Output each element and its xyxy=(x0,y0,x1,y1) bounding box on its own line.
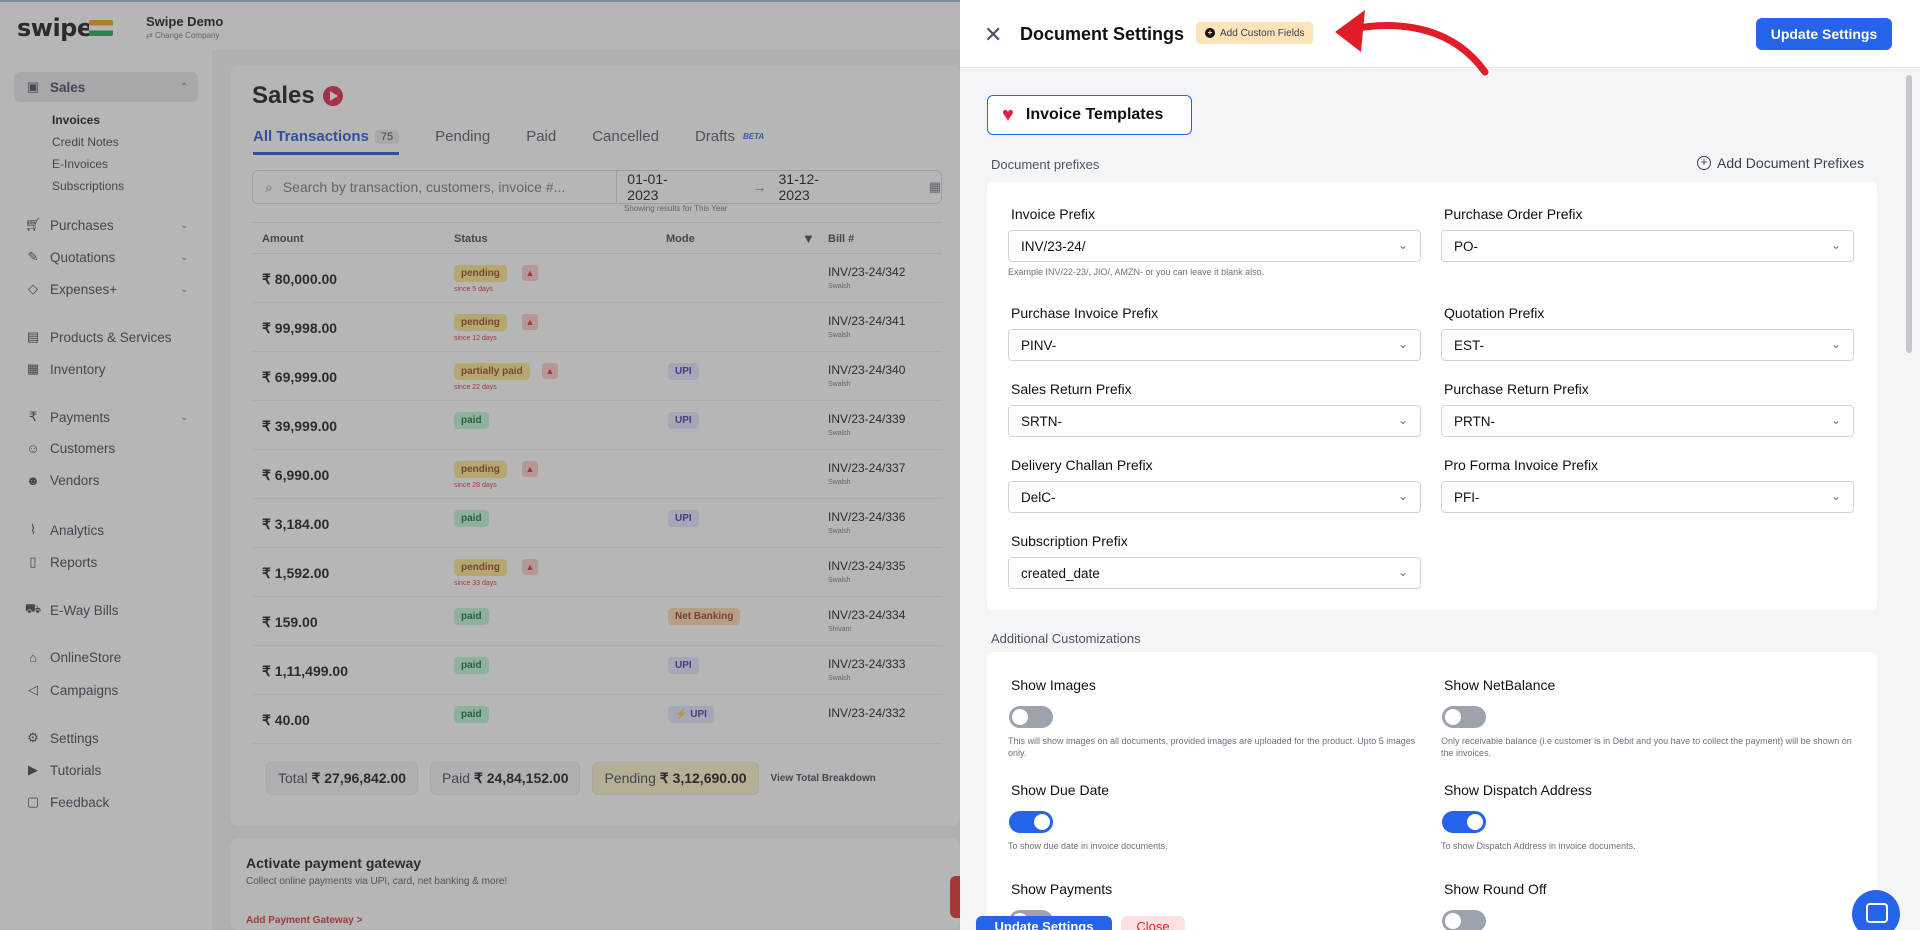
prefix-value: INV/23-24/ xyxy=(1021,238,1086,254)
plus-circle-icon: + xyxy=(1697,156,1711,170)
customizations-card xyxy=(987,652,1877,930)
toggle-label: Show Images xyxy=(1011,677,1096,693)
drawer-title: Document Settings xyxy=(1020,24,1185,44)
prefix-value: PFI- xyxy=(1454,489,1480,505)
chevron-down-icon: ⌄ xyxy=(1397,413,1408,427)
chevron-down-icon: ⌄ xyxy=(1397,238,1408,252)
field-label: Subscription Prefix xyxy=(1011,533,1128,549)
toggle-label: Show Dispatch Address xyxy=(1444,782,1592,798)
chevron-down-icon: ⌄ xyxy=(1397,337,1408,351)
toggle-hint: To show Dispatch Address in invoice docu… xyxy=(1441,841,1636,851)
field-label: Pro Forma Invoice Prefix xyxy=(1444,457,1599,473)
plus-circle-icon: + xyxy=(1205,28,1215,38)
field-label: Purchase Return Prefix xyxy=(1444,381,1589,397)
prefix-select[interactable]: SRTN- ⌄ xyxy=(1008,405,1421,437)
prefix-select[interactable]: PO- ⌄ xyxy=(1441,230,1854,262)
chat-support-icon[interactable] xyxy=(1852,890,1900,930)
prefix-value: PRTN- xyxy=(1454,413,1496,429)
update-settings-button[interactable]: Update Settings xyxy=(1756,18,1892,50)
prefix-value: EST- xyxy=(1454,337,1485,353)
prefix-select[interactable]: PRTN- ⌄ xyxy=(1441,405,1854,437)
scrollbar-thumb[interactable] xyxy=(1906,75,1912,353)
toggle-label: Show Payments xyxy=(1011,881,1113,897)
prefix-select[interactable]: INV/23-24/ ⌄ xyxy=(1008,230,1421,262)
chevron-down-icon: ⌄ xyxy=(1830,238,1841,252)
invoice-prefix-hint: Example INV/22-23/, JIO/, AMZN- or you c… xyxy=(1008,267,1265,277)
field-label: Purchase Order Prefix xyxy=(1444,206,1583,222)
toggle-label: Show NetBalance xyxy=(1444,677,1556,693)
field-label: Purchase Invoice Prefix xyxy=(1011,305,1159,321)
heart-icon: ♥ xyxy=(1002,103,1014,126)
prefix-select[interactable]: created_date ⌄ xyxy=(1008,557,1421,589)
invoice-templates-button[interactable]: ♥ Invoice Templates xyxy=(987,95,1192,135)
prefix-value: SRTN- xyxy=(1021,413,1063,429)
prefix-value: created_date xyxy=(1021,565,1100,581)
field-label: Delivery Challan Prefix xyxy=(1011,457,1153,473)
add-custom-fields-button[interactable]: + Add Custom Fields xyxy=(1196,22,1314,44)
toggle-switch[interactable] xyxy=(1442,910,1486,930)
chevron-down-icon: ⌄ xyxy=(1830,337,1841,351)
field-label: Sales Return Prefix xyxy=(1011,381,1132,397)
toggle-hint: This will show images on all documents, … xyxy=(1008,736,1416,758)
close-icon[interactable]: ✕ xyxy=(984,22,1002,48)
field-label: Quotation Prefix xyxy=(1444,305,1545,321)
chevron-down-icon: ⌄ xyxy=(1830,489,1841,503)
toggle-switch[interactable] xyxy=(1009,706,1053,728)
annotation-arrow xyxy=(1335,10,1489,76)
prefix-value: PO- xyxy=(1454,238,1479,254)
prefix-select[interactable]: EST- ⌄ xyxy=(1441,329,1854,361)
chevron-down-icon: ⌄ xyxy=(1397,489,1408,503)
add-document-prefixes-button[interactable]: + Add Document Prefixes xyxy=(1697,155,1864,171)
footer-update-settings-button[interactable]: Update Settings xyxy=(976,916,1112,930)
field-label: Invoice Prefix xyxy=(1011,206,1096,222)
toggle-hint: Only receivable balance (i.e customer is… xyxy=(1441,736,1852,758)
prefix-value: PINV- xyxy=(1021,337,1057,353)
footer-close-button[interactable]: Close xyxy=(1121,916,1185,930)
modal-overlay[interactable] xyxy=(0,0,960,930)
prefix-value: DelC- xyxy=(1021,489,1056,505)
prefix-select[interactable]: DelC- ⌄ xyxy=(1008,481,1421,513)
prefix-select[interactable]: PINV- ⌄ xyxy=(1008,329,1421,361)
toggle-switch[interactable] xyxy=(1442,706,1486,728)
chevron-down-icon: ⌄ xyxy=(1830,413,1841,427)
toggle-hint: To show due date in invoice documents. xyxy=(1008,841,1168,851)
prefix-select[interactable]: PFI- ⌄ xyxy=(1441,481,1854,513)
toggle-switch[interactable] xyxy=(1442,811,1486,833)
chevron-down-icon: ⌄ xyxy=(1397,565,1408,579)
toggle-label: Show Due Date xyxy=(1011,782,1110,798)
toggle-label: Show Round Off xyxy=(1444,881,1547,897)
document-prefixes-label: Document prefixes xyxy=(991,157,1100,172)
additional-customizations-label: Additional Customizations xyxy=(991,631,1141,646)
toggle-switch[interactable] xyxy=(1009,811,1053,833)
